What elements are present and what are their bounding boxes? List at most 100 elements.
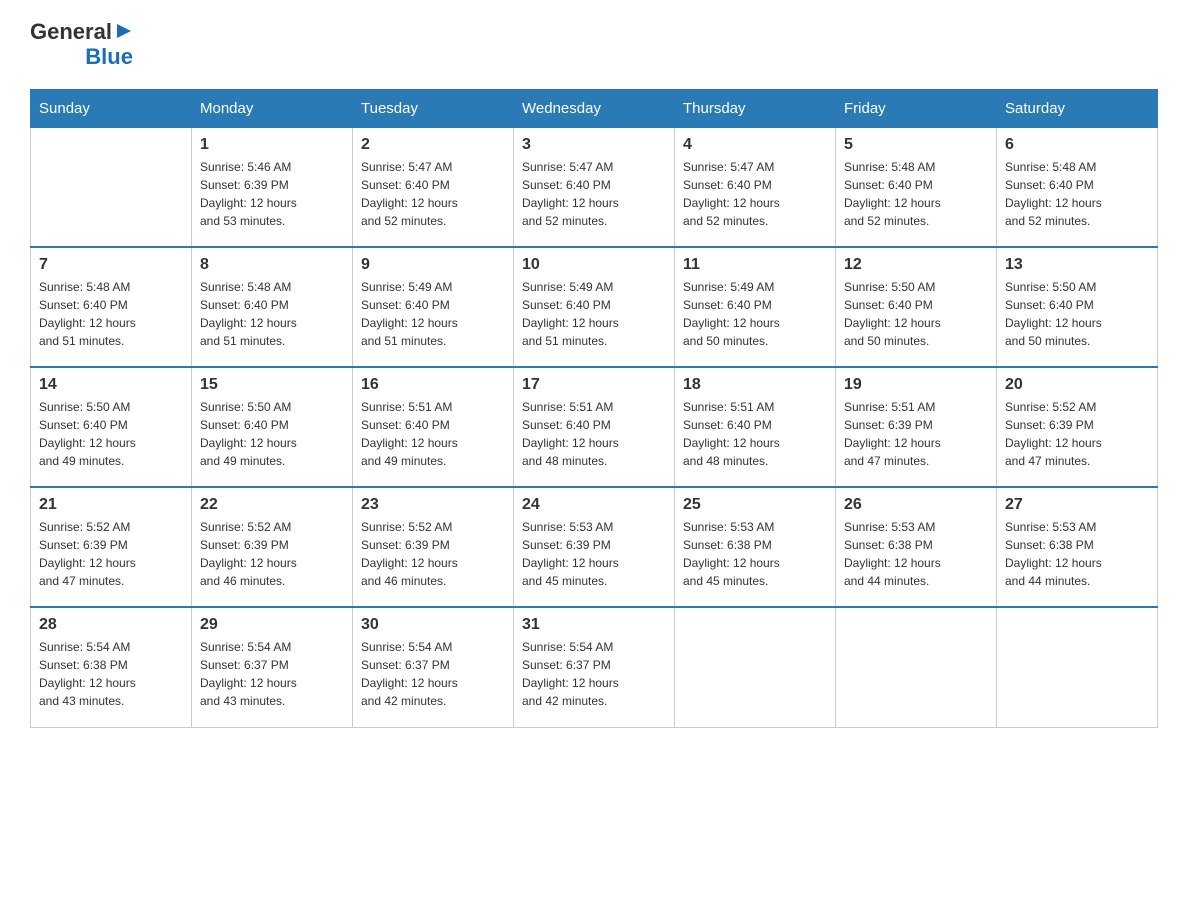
day-info: Sunrise: 5:48 AMSunset: 6:40 PMDaylight:…	[39, 278, 183, 350]
day-info: Sunrise: 5:51 AMSunset: 6:40 PMDaylight:…	[361, 398, 505, 470]
calendar-week-row: 21 Sunrise: 5:52 AMSunset: 6:39 PMDayligh…	[31, 487, 1158, 607]
calendar-header-row: SundayMondayTuesdayWednesdayThursdayFrid…	[31, 89, 1158, 127]
calendar-cell: 9 Sunrise: 5:49 AMSunset: 6:40 PMDaylight…	[353, 247, 514, 367]
calendar-cell: 11 Sunrise: 5:49 AMSunset: 6:40 PMDayligh…	[675, 247, 836, 367]
day-number: 12	[844, 256, 988, 274]
day-info: Sunrise: 5:47 AMSunset: 6:40 PMDaylight:…	[522, 158, 666, 230]
calendar-cell: 16 Sunrise: 5:51 AMSunset: 6:40 PMDayligh…	[353, 367, 514, 487]
day-info: Sunrise: 5:53 AMSunset: 6:38 PMDaylight:…	[1005, 518, 1149, 590]
day-number: 19	[844, 376, 988, 394]
calendar-cell: 2 Sunrise: 5:47 AMSunset: 6:40 PMDaylight…	[353, 127, 514, 247]
col-header-thursday: Thursday	[675, 89, 836, 127]
logo-arrow-icon	[115, 22, 133, 40]
day-number: 30	[361, 616, 505, 634]
day-number: 22	[200, 496, 344, 514]
day-info: Sunrise: 5:47 AMSunset: 6:40 PMDaylight:…	[683, 158, 827, 230]
day-info: Sunrise: 5:52 AMSunset: 6:39 PMDaylight:…	[1005, 398, 1149, 470]
calendar-cell	[31, 127, 192, 247]
calendar-cell	[997, 607, 1158, 727]
day-info: Sunrise: 5:49 AMSunset: 6:40 PMDaylight:…	[522, 278, 666, 350]
day-number: 24	[522, 496, 666, 514]
calendar-cell: 7Sunrise: 5:48 AMSunset: 6:40 PMDaylight…	[31, 247, 192, 367]
day-info: Sunrise: 5:50 AMSunset: 6:40 PMDaylight:…	[39, 398, 183, 470]
day-info: Sunrise: 5:53 AMSunset: 6:38 PMDaylight:…	[683, 518, 827, 590]
calendar-week-row: 28 Sunrise: 5:54 AMSunset: 6:38 PMDayligh…	[31, 607, 1158, 727]
col-header-friday: Friday	[836, 89, 997, 127]
col-header-wednesday: Wednesday	[514, 89, 675, 127]
day-info: Sunrise: 5:49 AMSunset: 6:40 PMDaylight:…	[683, 278, 827, 350]
calendar-cell: 22 Sunrise: 5:52 AMSunset: 6:39 PMDayligh…	[192, 487, 353, 607]
day-number: 26	[844, 496, 988, 514]
day-number: 9	[361, 256, 505, 274]
calendar-week-row: 1 Sunrise: 5:46 AMSunset: 6:39 PMDaylight…	[31, 127, 1158, 247]
calendar-cell: 1 Sunrise: 5:46 AMSunset: 6:39 PMDaylight…	[192, 127, 353, 247]
calendar-cell: 5Sunrise: 5:48 AMSunset: 6:40 PMDaylight…	[836, 127, 997, 247]
day-info: Sunrise: 5:52 AMSunset: 6:39 PMDaylight:…	[361, 518, 505, 590]
day-number: 28	[39, 616, 183, 634]
day-info: Sunrise: 5:47 AMSunset: 6:40 PMDaylight:…	[361, 158, 505, 230]
day-number: 27	[1005, 496, 1149, 514]
calendar-cell: 30 Sunrise: 5:54 AMSunset: 6:37 PMDayligh…	[353, 607, 514, 727]
day-number: 23	[361, 496, 505, 514]
col-header-tuesday: Tuesday	[353, 89, 514, 127]
day-info: Sunrise: 5:54 AMSunset: 6:37 PMDaylight:…	[361, 638, 505, 710]
day-number: 16	[361, 376, 505, 394]
calendar-cell: 28 Sunrise: 5:54 AMSunset: 6:38 PMDayligh…	[31, 607, 192, 727]
logo: General Blue	[30, 20, 133, 69]
calendar-cell: 3 Sunrise: 5:47 AMSunset: 6:40 PMDaylight…	[514, 127, 675, 247]
calendar-cell: 26 Sunrise: 5:53 AMSunset: 6:38 PMDayligh…	[836, 487, 997, 607]
calendar-cell: 4 Sunrise: 5:47 AMSunset: 6:40 PMDaylight…	[675, 127, 836, 247]
day-number: 18	[683, 376, 827, 394]
day-number: 3	[522, 136, 666, 154]
day-info: Sunrise: 5:48 AMSunset: 6:40 PMDaylight:…	[1005, 158, 1149, 230]
day-info: Sunrise: 5:53 AMSunset: 6:39 PMDaylight:…	[522, 518, 666, 590]
day-number: 11	[683, 256, 827, 274]
calendar-cell: 24 Sunrise: 5:53 AMSunset: 6:39 PMDayligh…	[514, 487, 675, 607]
day-number: 2	[361, 136, 505, 154]
calendar-cell: 20Sunrise: 5:52 AMSunset: 6:39 PMDayligh…	[997, 367, 1158, 487]
day-info: Sunrise: 5:53 AMSunset: 6:38 PMDaylight:…	[844, 518, 988, 590]
day-info: Sunrise: 5:50 AMSunset: 6:40 PMDaylight:…	[200, 398, 344, 470]
day-info: Sunrise: 5:46 AMSunset: 6:39 PMDaylight:…	[200, 158, 344, 230]
day-info: Sunrise: 5:54 AMSunset: 6:38 PMDaylight:…	[39, 638, 183, 710]
calendar-cell: 31Sunrise: 5:54 AMSunset: 6:37 PMDayligh…	[514, 607, 675, 727]
calendar-cell: 10 Sunrise: 5:49 AMSunset: 6:40 PMDayligh…	[514, 247, 675, 367]
day-number: 8	[200, 256, 344, 274]
logo-blue-text: Blue	[85, 45, 133, 69]
day-info: Sunrise: 5:51 AMSunset: 6:40 PMDaylight:…	[522, 398, 666, 470]
day-number: 25	[683, 496, 827, 514]
logo-general: General	[30, 20, 112, 44]
day-info: Sunrise: 5:50 AMSunset: 6:40 PMDaylight:…	[844, 278, 988, 350]
day-number: 21	[39, 496, 183, 514]
col-header-monday: Monday	[192, 89, 353, 127]
day-info: Sunrise: 5:48 AMSunset: 6:40 PMDaylight:…	[844, 158, 988, 230]
day-info: Sunrise: 5:49 AMSunset: 6:40 PMDaylight:…	[361, 278, 505, 350]
calendar-cell: 14 Sunrise: 5:50 AMSunset: 6:40 PMDayligh…	[31, 367, 192, 487]
day-number: 13	[1005, 256, 1149, 274]
day-number: 4	[683, 136, 827, 154]
calendar-cell: 19Sunrise: 5:51 AMSunset: 6:39 PMDayligh…	[836, 367, 997, 487]
day-info: Sunrise: 5:52 AMSunset: 6:39 PMDaylight:…	[39, 518, 183, 590]
calendar-cell: 18 Sunrise: 5:51 AMSunset: 6:40 PMDayligh…	[675, 367, 836, 487]
calendar-cell: 29Sunrise: 5:54 AMSunset: 6:37 PMDayligh…	[192, 607, 353, 727]
day-number: 17	[522, 376, 666, 394]
calendar-cell: 21 Sunrise: 5:52 AMSunset: 6:39 PMDayligh…	[31, 487, 192, 607]
calendar-cell: 23 Sunrise: 5:52 AMSunset: 6:39 PMDayligh…	[353, 487, 514, 607]
day-number: 10	[522, 256, 666, 274]
calendar-week-row: 7Sunrise: 5:48 AMSunset: 6:40 PMDaylight…	[31, 247, 1158, 367]
calendar-cell: 13 Sunrise: 5:50 AMSunset: 6:40 PMDayligh…	[997, 247, 1158, 367]
calendar-cell	[675, 607, 836, 727]
day-info: Sunrise: 5:50 AMSunset: 6:40 PMDaylight:…	[1005, 278, 1149, 350]
day-info: Sunrise: 5:51 AMSunset: 6:40 PMDaylight:…	[683, 398, 827, 470]
calendar-cell: 12 Sunrise: 5:50 AMSunset: 6:40 PMDayligh…	[836, 247, 997, 367]
day-info: Sunrise: 5:52 AMSunset: 6:39 PMDaylight:…	[200, 518, 344, 590]
day-info: Sunrise: 5:48 AMSunset: 6:40 PMDaylight:…	[200, 278, 344, 350]
day-number: 14	[39, 376, 183, 394]
calendar-cell: 27 Sunrise: 5:53 AMSunset: 6:38 PMDayligh…	[997, 487, 1158, 607]
col-header-saturday: Saturday	[997, 89, 1158, 127]
day-number: 31	[522, 616, 666, 634]
calendar-cell: 25 Sunrise: 5:53 AMSunset: 6:38 PMDayligh…	[675, 487, 836, 607]
page-header: General Blue	[30, 20, 1158, 69]
day-number: 1	[200, 136, 344, 154]
calendar-cell: 6Sunrise: 5:48 AMSunset: 6:40 PMDaylight…	[997, 127, 1158, 247]
